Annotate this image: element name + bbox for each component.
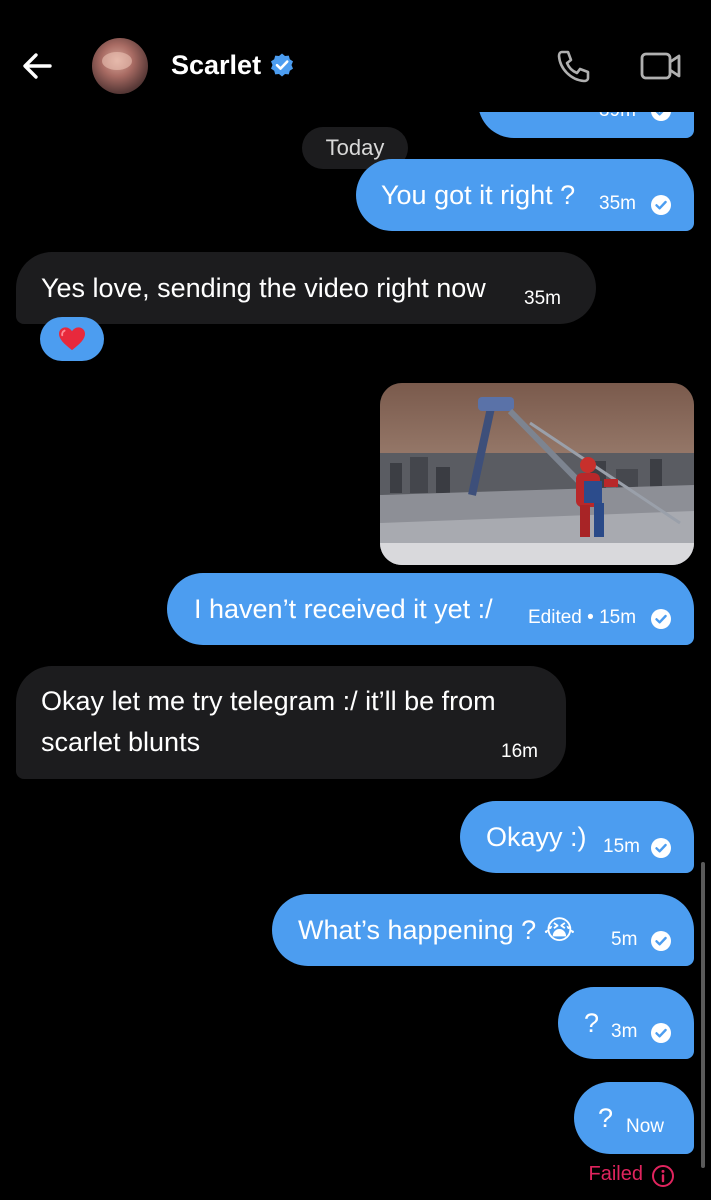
message-bubble-sent-failed[interactable]: ? Now xyxy=(574,1082,694,1154)
message-text-line: scarlet blunts xyxy=(41,727,201,757)
message-time: 16m xyxy=(501,741,538,762)
message-text: Okayy :) xyxy=(486,822,587,852)
video-camera-icon[interactable] xyxy=(638,46,684,86)
message-time: 35m xyxy=(524,288,561,309)
read-check-icon xyxy=(651,931,671,951)
message-text: I haven’t received it yet :/ xyxy=(194,594,493,624)
verified-badge-icon xyxy=(271,53,293,77)
message-bubble-sent[interactable]: What’s happening ? 😭 5m xyxy=(272,894,694,966)
heart-icon xyxy=(59,327,85,351)
message-bubble-received[interactable]: Yes love, sending the video right now 35… xyxy=(16,252,596,324)
contact-name[interactable]: Scarlet xyxy=(171,48,261,82)
message-text: You got it right ? xyxy=(381,180,576,210)
message-time: 15m xyxy=(603,836,640,857)
message-time: Now xyxy=(626,1116,665,1137)
message-bubble-sent[interactable]: Okayy :) 15m xyxy=(460,801,694,873)
message-time: 3m xyxy=(611,1021,638,1042)
read-check-icon xyxy=(651,1023,671,1043)
message-bubble-sent[interactable]: You got it right ? 35m xyxy=(356,159,694,231)
failed-status-label[interactable]: Failed xyxy=(589,1163,643,1186)
conversation-header: Scarlet xyxy=(0,0,711,112)
gif-attachment[interactable] xyxy=(380,383,694,565)
read-check-icon xyxy=(651,838,671,858)
phone-icon[interactable] xyxy=(554,46,594,86)
message-bubble-received[interactable]: Okay let me try telegram :/ it’ll be fro… xyxy=(16,666,566,779)
scrollbar[interactable] xyxy=(701,862,705,1168)
read-check-icon xyxy=(651,195,671,215)
message-bubble-sent[interactable]: ? 3m xyxy=(558,987,694,1059)
reaction-badge[interactable] xyxy=(40,317,104,361)
message-text: ? xyxy=(584,1008,600,1038)
info-icon[interactable] xyxy=(651,1164,675,1188)
message-text: What’s happening ? 😭 xyxy=(298,915,576,945)
message-text-line: Okay let me try telegram :/ it’ll be fro… xyxy=(41,686,496,716)
message-text: Yes love, sending the video right now xyxy=(41,273,486,303)
message-time: 5m xyxy=(611,929,638,950)
arrow-left-icon[interactable] xyxy=(18,46,58,86)
message-bubble-sent[interactable]: I haven’t received it yet :/ Edited • 15… xyxy=(167,573,694,645)
message-time: 35m xyxy=(599,193,636,214)
read-check-icon xyxy=(651,609,671,629)
avatar[interactable] xyxy=(92,38,148,94)
gif-image xyxy=(380,383,694,565)
message-text: ? xyxy=(598,1103,614,1133)
message-time: Edited • 15m xyxy=(528,607,637,628)
